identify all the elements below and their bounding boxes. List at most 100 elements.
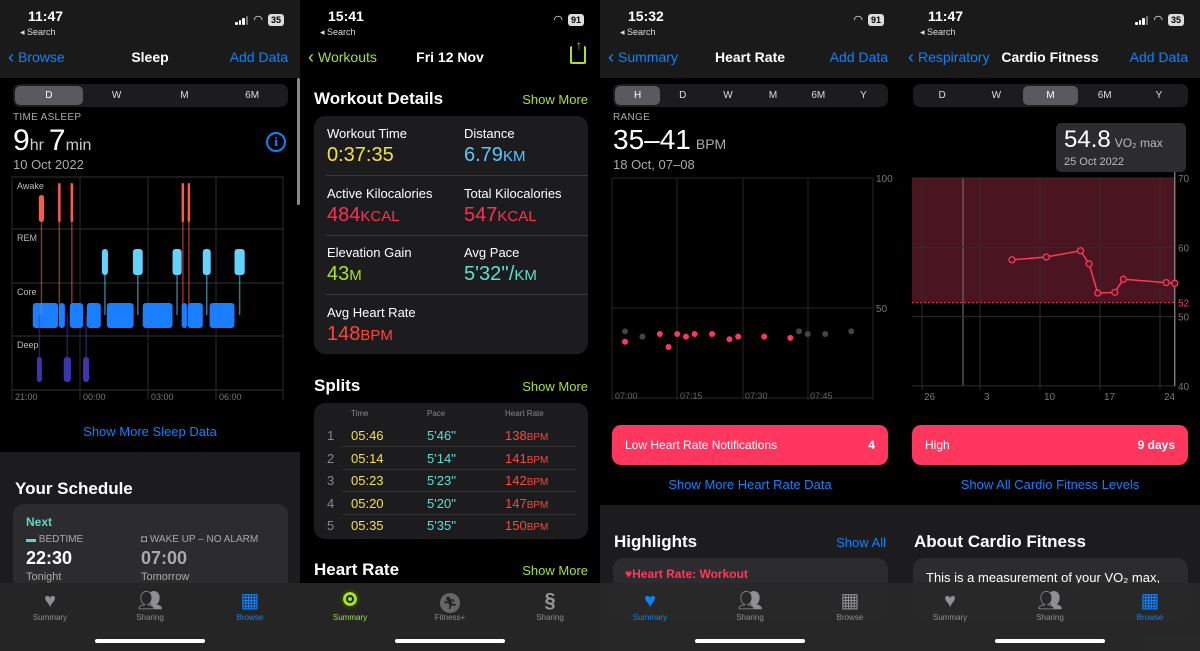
split-heart-rate: 147BPM: [505, 495, 549, 511]
tab-browse[interactable]: ▦ Browse: [810, 589, 890, 651]
sleep-segment-rem: [132, 249, 143, 275]
stat-elevation: Elevation Gain 43M: [327, 245, 412, 286]
bedtime-day: Tonight: [26, 571, 62, 583]
col-header-heart-rate: Heart Rate: [505, 409, 544, 418]
show-all-highlights[interactable]: Show All: [836, 535, 886, 550]
tab-label: Browse: [1136, 613, 1164, 622]
stat-total-kcal: Total Kilocalories 547KCAL: [464, 186, 562, 227]
split-pace: 5'20'': [427, 495, 457, 511]
stat-label: Workout Time: [327, 126, 407, 141]
share-icon[interactable]: ↑: [570, 39, 586, 64]
stat-value: 148BPM: [327, 323, 393, 345]
heart-icon: ♥: [44, 590, 56, 612]
level-label: High: [925, 438, 950, 452]
people-icon: 👥︎: [737, 590, 763, 612]
divider: [326, 175, 588, 176]
back-label: Workouts: [318, 49, 377, 65]
row-label: Core: [17, 287, 37, 297]
status-icons: ◠ 91: [553, 14, 584, 26]
notif-label: Low Heart Rate Notifications: [625, 438, 778, 452]
details-show-more[interactable]: Show More: [522, 92, 588, 107]
x-tick-label: 21:00: [15, 392, 38, 402]
x-tick-label: 26: [924, 392, 936, 403]
sleep-segment-deep: [83, 357, 90, 382]
stat-value: 547KCAL: [464, 204, 537, 226]
tab-summary[interactable]: ♥ Summary: [910, 589, 990, 651]
heart-rate-point: [682, 333, 689, 340]
col-header-pace: Pace: [427, 409, 446, 418]
stat-value: 6.79KM: [464, 144, 526, 166]
tab-sharing[interactable]: § Sharing: [510, 589, 590, 651]
x-tick-label: 07:00: [615, 391, 638, 401]
sleep-segment-rem: [101, 249, 108, 275]
x-tick-label: 10: [1044, 392, 1056, 403]
schedule-title: Your Schedule: [15, 479, 133, 498]
runner-icon: 🏃︎: [410, 589, 490, 613]
vo2-point: [1042, 253, 1050, 261]
people-icon: 👥︎: [1037, 590, 1063, 612]
x-tick-label: 07:30: [745, 391, 768, 401]
tab-summary[interactable]: ♥ Summary: [10, 589, 90, 651]
grid-icon: ▦: [1140, 590, 1160, 612]
split-time: 05:14: [351, 450, 384, 466]
x-tick-label: 06:00: [219, 392, 242, 402]
bedtime-value: 22:30: [26, 548, 73, 568]
tooltip-value-row: 54.8 VO₂ max: [1064, 126, 1163, 154]
tab-summary[interactable]: Summary: [310, 589, 390, 651]
tooltip-value: 54.8: [1064, 126, 1111, 153]
show-more-hr-link[interactable]: Show More Heart Rate Data: [600, 477, 900, 492]
tab-label: Browse: [236, 613, 264, 622]
heart-rate-point: [709, 331, 716, 337]
splits-show-more[interactable]: Show More: [522, 379, 588, 394]
x-tick-label: 03:00: [151, 392, 174, 402]
stat-workout-time: Workout Time 0:37:35: [327, 126, 407, 167]
heart-icon: ♥: [944, 590, 956, 612]
selection-tooltip: 54.8 VO₂ max 25 Oct 2022: [1056, 123, 1186, 172]
tab-label: Summary: [632, 613, 668, 622]
vo2-point: [1076, 247, 1085, 255]
stat-label: Avg Pace: [464, 245, 520, 260]
split-time: 05:23: [351, 473, 384, 488]
tab-browse[interactable]: ▦ Browse: [1110, 589, 1190, 651]
show-all-levels-link[interactable]: Show All Cardio Fitness Levels: [900, 477, 1200, 492]
heart-rate-point: [735, 333, 742, 340]
stat-label: Active Kilocalories: [327, 186, 433, 201]
wake-day: Tomorrow: [141, 571, 190, 583]
vo2-point: [1085, 260, 1093, 268]
sleep-segment-awake: [181, 183, 185, 222]
tab-label: Sharing: [736, 613, 764, 622]
home-indicator[interactable]: [695, 639, 805, 643]
heart-rate-point: [674, 331, 681, 337]
stat-distance: Distance 6.79KM: [464, 126, 525, 167]
split-number: 4: [327, 495, 335, 511]
show-more-sleep-link[interactable]: Show More Sleep Data: [0, 424, 300, 439]
split-time: 05:35: [351, 518, 384, 533]
wake-label: ◘ WAKE UP – NO ALARM: [141, 534, 258, 545]
workout-details-title: Workout Details: [314, 89, 444, 108]
split-heart-rate: 141BPM: [505, 450, 549, 466]
tab-summary[interactable]: ♥ Summary: [610, 589, 690, 651]
activity-rings-icon: [310, 589, 390, 613]
back-to-search[interactable]: ◂ Search: [320, 27, 356, 38]
sharing-s-icon: §: [544, 590, 556, 612]
back-button[interactable]: ‹ Workouts: [308, 48, 377, 66]
sleep-segment-rem: [234, 249, 245, 275]
sleep-segment-deep: [63, 357, 71, 382]
row-label: Deep: [17, 340, 39, 350]
splits-table: Time Pace Heart Rate 1 05:46 5'46'' 138BPM 2…: [314, 403, 588, 539]
heart-rate-show-more[interactable]: Show More: [522, 563, 588, 578]
tab-browse[interactable]: ▦ Browse: [210, 589, 290, 651]
home-indicator[interactable]: [395, 639, 505, 643]
cardio-fitness-screen: 11:47 ◂ Search ◠ 35 Cardio Fitness ‹ Resp…: [900, 0, 1200, 651]
cardio-level-button[interactable]: High 9 days: [912, 425, 1188, 465]
home-indicator[interactable]: [95, 639, 205, 643]
col-header-time: Time: [351, 409, 369, 418]
stat-label: Elevation Gain: [327, 245, 412, 260]
next-label: Next: [26, 515, 53, 529]
tab-label: Sharing: [536, 613, 564, 622]
home-indicator[interactable]: [995, 639, 1105, 643]
stat-label: Total Kilocalories: [464, 186, 562, 201]
y-tick-label: 50: [876, 304, 888, 315]
low-hr-notifications-button[interactable]: Low Heart Rate Notifications 4: [612, 425, 888, 465]
alarm-clock-icon: ◘: [141, 534, 148, 545]
